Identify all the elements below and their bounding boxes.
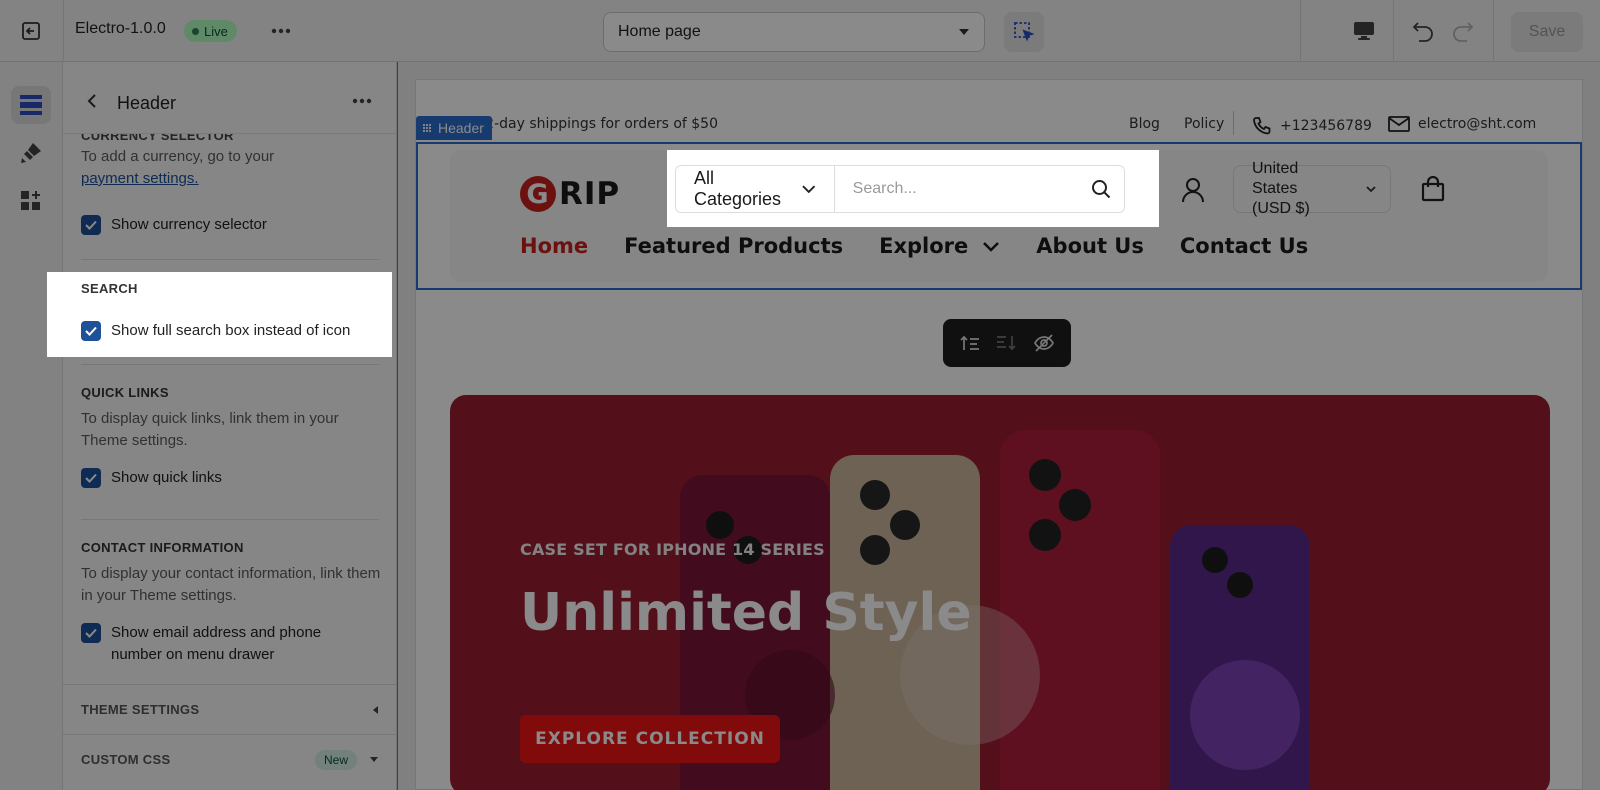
search-button[interactable]: [1078, 166, 1124, 212]
category-select[interactable]: All Categories: [676, 166, 835, 212]
highlighted-search-setting: SEARCH Show full search box instead of i…: [47, 272, 392, 357]
category-select-value: All Categories: [694, 168, 782, 209]
chevron-down-icon: [802, 184, 816, 193]
checkmark-icon: [85, 326, 97, 336]
search-icon: [1091, 180, 1111, 199]
highlighted-search-box: All Categories: [667, 150, 1159, 227]
search-heading-highlight: SEARCH: [81, 281, 138, 296]
search-input[interactable]: [834, 166, 1078, 212]
search-checkbox-label-highlight: Show full search box instead of icon: [111, 322, 351, 339]
dim-overlay: [0, 0, 1600, 790]
search-checkbox-row-highlight[interactable]: Show full search box instead of icon: [81, 320, 350, 342]
search-checkbox-highlight[interactable]: [81, 321, 101, 341]
header-search-box: All Categories: [675, 165, 1125, 213]
